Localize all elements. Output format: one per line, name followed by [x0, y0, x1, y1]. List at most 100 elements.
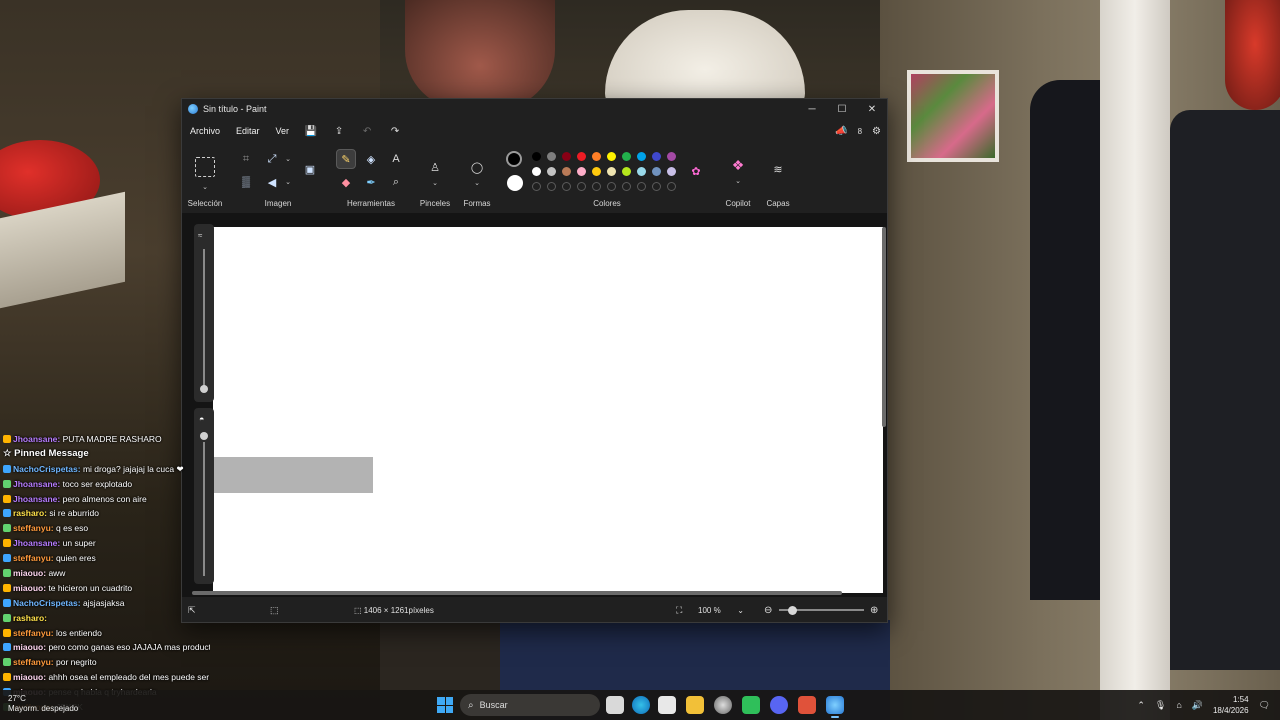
announcement-icon[interactable]: 📣	[835, 126, 847, 137]
brush-size-track[interactable]	[203, 249, 205, 389]
title-bar[interactable]: Sin título - Paint ─ ☐ ✕	[182, 99, 887, 119]
selection-dropdown-chevron-icon[interactable]: ⌄	[195, 177, 215, 197]
weather-widget[interactable]: 27°C Mayorm. despejado	[8, 694, 78, 714]
taskbar-search[interactable]: ⌕ Buscar	[460, 694, 600, 716]
custom-color-slot[interactable]	[532, 182, 541, 191]
zoom-in-icon[interactable]: ⊕	[870, 605, 878, 616]
custom-color-slot[interactable]	[547, 182, 556, 191]
custom-color-slot[interactable]	[622, 182, 631, 191]
vertical-scrollbar[interactable]	[882, 227, 886, 427]
image-background-icon[interactable]: ▣	[300, 159, 320, 179]
custom-color-slot[interactable]	[592, 182, 601, 191]
undo-icon[interactable]: ↶	[353, 126, 381, 137]
chat-username: Jhoansane:	[13, 434, 61, 444]
custom-color-slot[interactable]	[667, 182, 676, 191]
network-icon[interactable]: ⌂	[1176, 700, 1181, 710]
palette-color-swatch[interactable]	[637, 167, 646, 176]
notifications-icon[interactable]: 🗨	[1259, 700, 1270, 711]
share-icon[interactable]: ⇪	[325, 126, 353, 137]
shapes-chevron-icon[interactable]: ⌄	[467, 173, 487, 193]
group-formas: ◯ ⌄ Formas	[460, 145, 494, 211]
edit-colors-icon[interactable]: ✿	[686, 161, 706, 181]
palette-color-swatch[interactable]	[652, 152, 661, 161]
fill-bucket-icon[interactable]: ◈	[361, 149, 381, 169]
chat-message: steffanyu: por negrito	[0, 655, 210, 670]
menu-editar[interactable]: Editar	[228, 126, 268, 136]
palette-color-swatch[interactable]	[592, 167, 601, 176]
palette-color-swatch[interactable]	[667, 167, 676, 176]
palette-color-swatch[interactable]	[577, 167, 586, 176]
notification-count[interactable]: 8	[858, 127, 862, 136]
start-button[interactable]	[437, 697, 453, 713]
close-button[interactable]: ✕	[857, 99, 887, 119]
save-icon[interactable]: 💾	[297, 126, 325, 137]
menu-archivo[interactable]: Archivo	[182, 126, 228, 136]
palette-color-swatch[interactable]	[607, 167, 616, 176]
secondary-color[interactable]	[507, 175, 523, 191]
palette-color-swatch[interactable]	[622, 152, 631, 161]
primary-color[interactable]	[506, 151, 522, 167]
custom-color-slot[interactable]	[607, 182, 616, 191]
palette-color-swatch[interactable]	[547, 152, 556, 161]
chrome-browser-icon[interactable]	[714, 696, 732, 714]
layers-icon[interactable]: ≋	[768, 159, 788, 179]
menu-ver[interactable]: Ver	[268, 126, 298, 136]
select-rectangle-icon[interactable]	[195, 157, 215, 177]
horizontal-scrollbar[interactable]	[192, 591, 842, 595]
palette-color-swatch[interactable]	[577, 152, 586, 161]
palette-color-swatch[interactable]	[667, 152, 676, 161]
media-player-icon[interactable]	[742, 696, 760, 714]
zoom-dropdown[interactable]: 100 % ⌄	[694, 603, 748, 617]
palette-color-swatch[interactable]	[562, 167, 571, 176]
app-icon-red[interactable]	[798, 696, 816, 714]
store-icon[interactable]	[658, 696, 676, 714]
eraser-icon[interactable]: ◆	[336, 172, 356, 192]
palette-color-swatch[interactable]	[532, 152, 541, 161]
custom-color-slot[interactable]	[577, 182, 586, 191]
pencil-icon[interactable]: ✎	[336, 149, 356, 169]
redo-icon[interactable]: ↷	[381, 126, 409, 137]
drawing-canvas[interactable]	[213, 227, 883, 593]
copilot-chevron-icon[interactable]: ⌄	[728, 171, 748, 191]
brush-chevron-icon[interactable]: ⌄	[425, 173, 445, 193]
chat-message: NachoCrispetas: ajsjasjaksa	[0, 596, 210, 611]
rotate-chevron-icon[interactable]: ⌄	[278, 172, 298, 192]
custom-color-slot[interactable]	[652, 182, 661, 191]
maximize-button[interactable]: ☐	[827, 99, 857, 119]
palette-color-swatch[interactable]	[607, 152, 616, 161]
palette-color-swatch[interactable]	[532, 167, 541, 176]
custom-color-slot[interactable]	[562, 182, 571, 191]
discord-icon[interactable]	[770, 696, 788, 714]
task-view-icon[interactable]	[606, 696, 624, 714]
fit-to-window-icon[interactable]: ⛶	[676, 605, 682, 616]
zoom-slider-thumb[interactable]	[788, 605, 797, 615]
opacity-drop-icon: ◓	[199, 414, 205, 424]
palette-color-swatch[interactable]	[622, 167, 631, 176]
microphone-icon[interactable]: 🎙	[1155, 700, 1166, 711]
chat-text: toco ser explotado	[62, 478, 133, 489]
text-tool-icon[interactable]: A	[386, 149, 406, 169]
magnifier-icon[interactable]: ⌕	[386, 172, 406, 192]
file-explorer-icon[interactable]	[686, 696, 704, 714]
crop-icon[interactable]: ⌗	[236, 149, 256, 169]
palette-color-swatch[interactable]	[562, 152, 571, 161]
brush-size-thumb[interactable]	[200, 385, 208, 393]
pinned-message-header[interactable]: ☆ Pinned Message	[0, 447, 210, 462]
clock[interactable]: 1:54 18/4/2026	[1213, 694, 1249, 716]
minimize-button[interactable]: ─	[797, 99, 827, 119]
palette-color-swatch[interactable]	[547, 167, 556, 176]
volume-icon[interactable]: 🔊	[1192, 700, 1203, 711]
canvas-size-icon: ⬚	[354, 605, 364, 615]
paint-taskbar-icon[interactable]	[826, 696, 844, 718]
settings-gear-icon[interactable]: ⚙	[872, 126, 881, 137]
remove-background-icon[interactable]: ▒	[236, 172, 256, 192]
edge-browser-icon[interactable]	[632, 696, 650, 714]
resize-chevron-icon[interactable]: ⌄	[278, 149, 298, 169]
tray-chevron-icon[interactable]: ⌃	[1137, 700, 1145, 711]
palette-color-swatch[interactable]	[637, 152, 646, 161]
palette-color-swatch[interactable]	[652, 167, 661, 176]
color-picker-icon[interactable]: ✒	[361, 172, 381, 192]
zoom-out-icon[interactable]: ⊖	[764, 605, 772, 616]
custom-color-slot[interactable]	[637, 182, 646, 191]
palette-color-swatch[interactable]	[592, 152, 601, 161]
